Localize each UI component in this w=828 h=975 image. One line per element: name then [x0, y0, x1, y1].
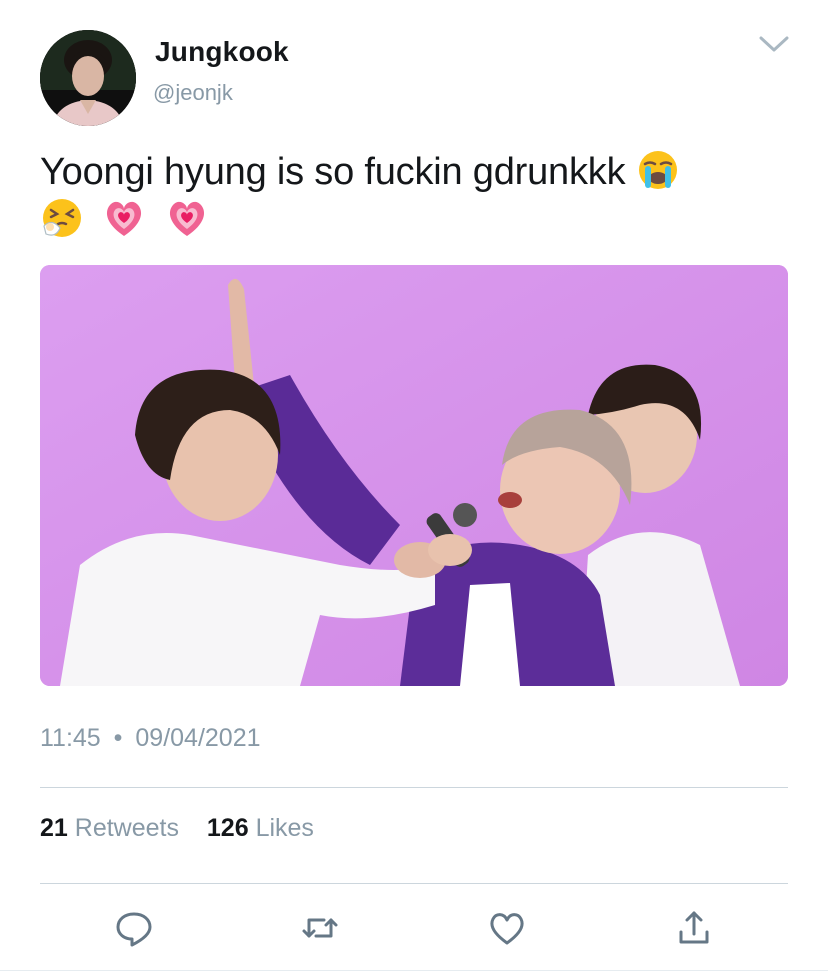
timestamp-separator: • [113, 724, 123, 752]
sneezing-face-emoji [40, 196, 84, 240]
retweets-count: 21 [40, 814, 68, 842]
avatar[interactable] [40, 30, 136, 126]
tweet-text: Yoongi hyung is so fuckin gdrunkkk [40, 148, 800, 244]
retweets-label: Retweets [74, 814, 179, 842]
tweet-timestamp[interactable]: 11:45 • 09/04/2021 [40, 724, 261, 753]
user-handle[interactable]: @jeonjk [153, 80, 233, 106]
tweet-text-body: Yoongi hyung is so fuckin gdrunkkk [40, 151, 626, 193]
retweets-stat[interactable]: 21 Retweets [40, 814, 186, 842]
tweet-date: 09/04/2021 [135, 724, 261, 752]
engagement-stats: 21 Retweets 126 Likes [40, 814, 314, 843]
growing-heart-emoji [102, 196, 146, 240]
retweet-icon[interactable] [300, 908, 340, 948]
heart-icon[interactable] [487, 908, 527, 948]
growing-heart-emoji [165, 196, 209, 240]
likes-label: Likes [255, 814, 314, 842]
likes-count: 126 [206, 814, 249, 842]
display-name[interactable]: Jungkook [155, 36, 289, 68]
tweet-detail: Jungkook @jeonjk Yoongi hyung is so fuck… [0, 0, 828, 975]
bottom-border [0, 970, 828, 971]
chevron-down-icon[interactable] [758, 32, 790, 58]
reply-icon[interactable] [114, 908, 154, 948]
divider [40, 787, 788, 788]
emoji-row [40, 196, 800, 244]
share-icon[interactable] [674, 908, 714, 948]
tweet-time: 11:45 [40, 724, 101, 752]
loudly-crying-face-emoji [636, 148, 680, 192]
tweet-actions [0, 908, 828, 952]
likes-stat[interactable]: 126 Likes [207, 814, 314, 842]
divider [40, 883, 788, 884]
tweet-media-photo[interactable] [40, 265, 788, 686]
